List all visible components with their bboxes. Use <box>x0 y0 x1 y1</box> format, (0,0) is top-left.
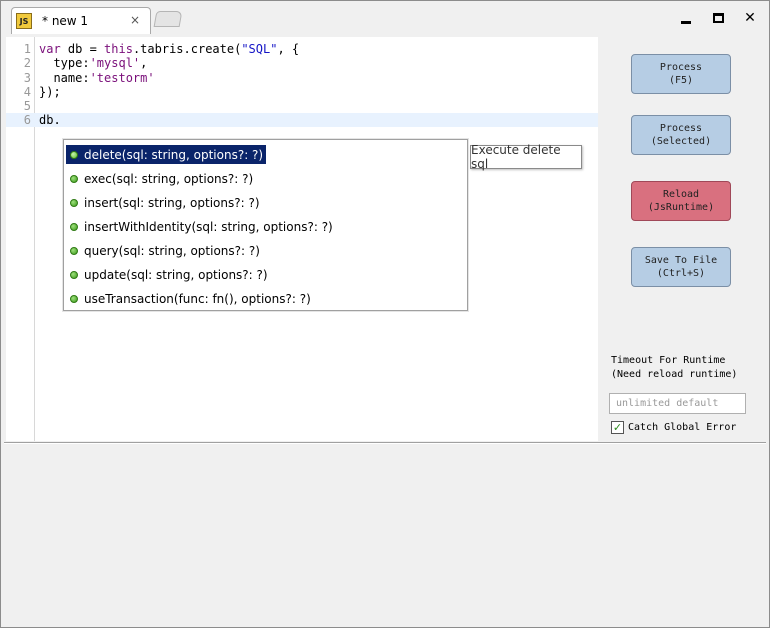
method-icon <box>70 270 78 279</box>
tab-strip: JS * new 1 × <box>5 5 605 34</box>
window-controls: ✕ <box>677 9 759 27</box>
line-number: 2 <box>23 56 31 70</box>
method-icon <box>70 174 78 183</box>
line-number: 5 <box>23 99 31 113</box>
tab-close-icon[interactable]: × <box>130 13 140 27</box>
catch-global-error-label: Catch Global Error <box>628 422 737 433</box>
autocomplete-item-label: update(sql: string, options?: ?) <box>84 267 268 282</box>
method-icon <box>70 198 78 207</box>
catch-global-error-row[interactable]: ✓ Catch Global Error <box>611 421 736 434</box>
maximize-button[interactable] <box>709 9 727 27</box>
minimize-button[interactable] <box>677 9 695 27</box>
code-token: , <box>140 56 148 70</box>
code-token: db = <box>60 42 105 56</box>
timeout-input[interactable]: unlimited default <box>609 393 746 414</box>
code-token: var <box>39 42 61 56</box>
autocomplete-item-label: insert(sql: string, options?: ?) <box>84 195 260 210</box>
save-label: Save To File <box>644 255 718 266</box>
line-number: 3 <box>23 71 31 85</box>
process-selected-label: Process <box>659 123 703 134</box>
code-line[interactable]: 3 name:'testorm' <box>6 71 598 85</box>
line-number: 6 <box>23 113 31 127</box>
new-tab-button[interactable] <box>153 11 183 27</box>
method-icon <box>70 246 78 255</box>
maximize-icon <box>712 13 724 23</box>
method-icon <box>70 294 78 303</box>
method-icon <box>70 150 78 159</box>
tab-title: * new 1 <box>42 14 89 28</box>
reload-runtime-button[interactable]: Reload (JsRuntime) <box>631 181 731 221</box>
code-token: "SQL" <box>241 42 278 56</box>
autocomplete-item[interactable]: delete(sql: string, options?: ?) <box>66 145 267 164</box>
autocomplete-item-label: exec(sql: string, options?: ?) <box>84 171 254 186</box>
code-token: .tabris.create( <box>132 42 242 56</box>
code-token: 'testorm' <box>89 71 155 85</box>
code-line[interactable]: 4}); <box>6 85 598 99</box>
autocomplete-item[interactable]: insert(sql: string, options?: ?) <box>66 193 263 212</box>
output-pane <box>4 445 766 625</box>
code-text: db. <box>39 113 61 127</box>
code-token: 'mysql' <box>89 56 141 70</box>
timeout-label: Timeout For Runtime (Need reload runtime… <box>611 355 738 380</box>
app-window: JS * new 1 × ✕ 1 var db = this.tabris.cre… <box>0 0 770 628</box>
close-window-button[interactable]: ✕ <box>741 9 759 27</box>
code-token: name: <box>39 71 90 85</box>
autocomplete-item[interactable]: update(sql: string, options?: ?) <box>66 265 271 284</box>
autocomplete-item[interactable]: insertWithIdentity(sql: string, options?… <box>66 217 336 236</box>
autocomplete-item-label: insertWithIdentity(sql: string, options?… <box>84 219 333 234</box>
process-selected-button[interactable]: Process (Selected) <box>631 115 731 155</box>
reload-label: Reload <box>662 189 700 200</box>
autocomplete-item[interactable]: useTransaction(func: fn(), options?: ?) <box>66 289 314 308</box>
autocomplete-item[interactable]: exec(sql: string, options?: ?) <box>66 169 256 188</box>
autocomplete-popup: delete(sql: string, options?: ?) exec(sql… <box>63 139 468 311</box>
code-line[interactable]: 1 var db = this.tabris.create("SQL", { <box>6 42 598 56</box>
minimize-icon <box>681 20 691 24</box>
autocomplete-tooltip: Execute delete sql <box>470 143 582 171</box>
reload-sub-label: (JsRuntime) <box>647 202 715 213</box>
save-shortcut: (Ctrl+S) <box>656 268 706 279</box>
code-line[interactable]: 2 type:'mysql', <box>6 56 598 70</box>
pane-divider[interactable] <box>4 442 766 444</box>
code-token: this <box>104 42 133 56</box>
line-number: 4 <box>23 85 31 99</box>
code-line[interactable]: 6 db. <box>6 113 598 127</box>
autocomplete-item[interactable]: query(sql: string, options?: ?) <box>66 241 263 260</box>
process-selected-shortcut: (Selected) <box>650 136 712 147</box>
js-file-icon: JS <box>16 13 32 29</box>
autocomplete-item-label: useTransaction(func: fn(), options?: ?) <box>84 291 311 306</box>
code-token: }); <box>39 85 61 99</box>
autocomplete-item-label: delete(sql: string, options?: ?) <box>84 147 264 162</box>
method-icon <box>70 222 78 231</box>
code-line[interactable]: 5 <box>6 99 598 113</box>
save-to-file-button[interactable]: Save To File (Ctrl+S) <box>631 247 731 287</box>
autocomplete-item-label: query(sql: string, options?: ?) <box>84 243 260 258</box>
process-button-shortcut: (F5) <box>668 75 694 86</box>
code-token: type: <box>39 56 90 70</box>
tab-new-1[interactable]: JS * new 1 × <box>11 7 151 34</box>
checkmark-icon: ✓ <box>612 421 623 434</box>
code-token: , { <box>277 42 300 56</box>
code-text: type:'mysql', <box>39 56 147 70</box>
code-text: }); <box>39 85 61 99</box>
code-text: var db = this.tabris.create("SQL", { <box>39 42 299 56</box>
line-number: 1 <box>23 42 31 56</box>
code-token: db. <box>39 113 61 127</box>
code-text: name:'testorm' <box>39 71 155 85</box>
process-button-label: Process <box>659 62 703 73</box>
process-button[interactable]: Process (F5) <box>631 54 731 94</box>
close-icon: ✕ <box>744 10 756 26</box>
catch-global-error-checkbox[interactable]: ✓ <box>611 421 624 434</box>
